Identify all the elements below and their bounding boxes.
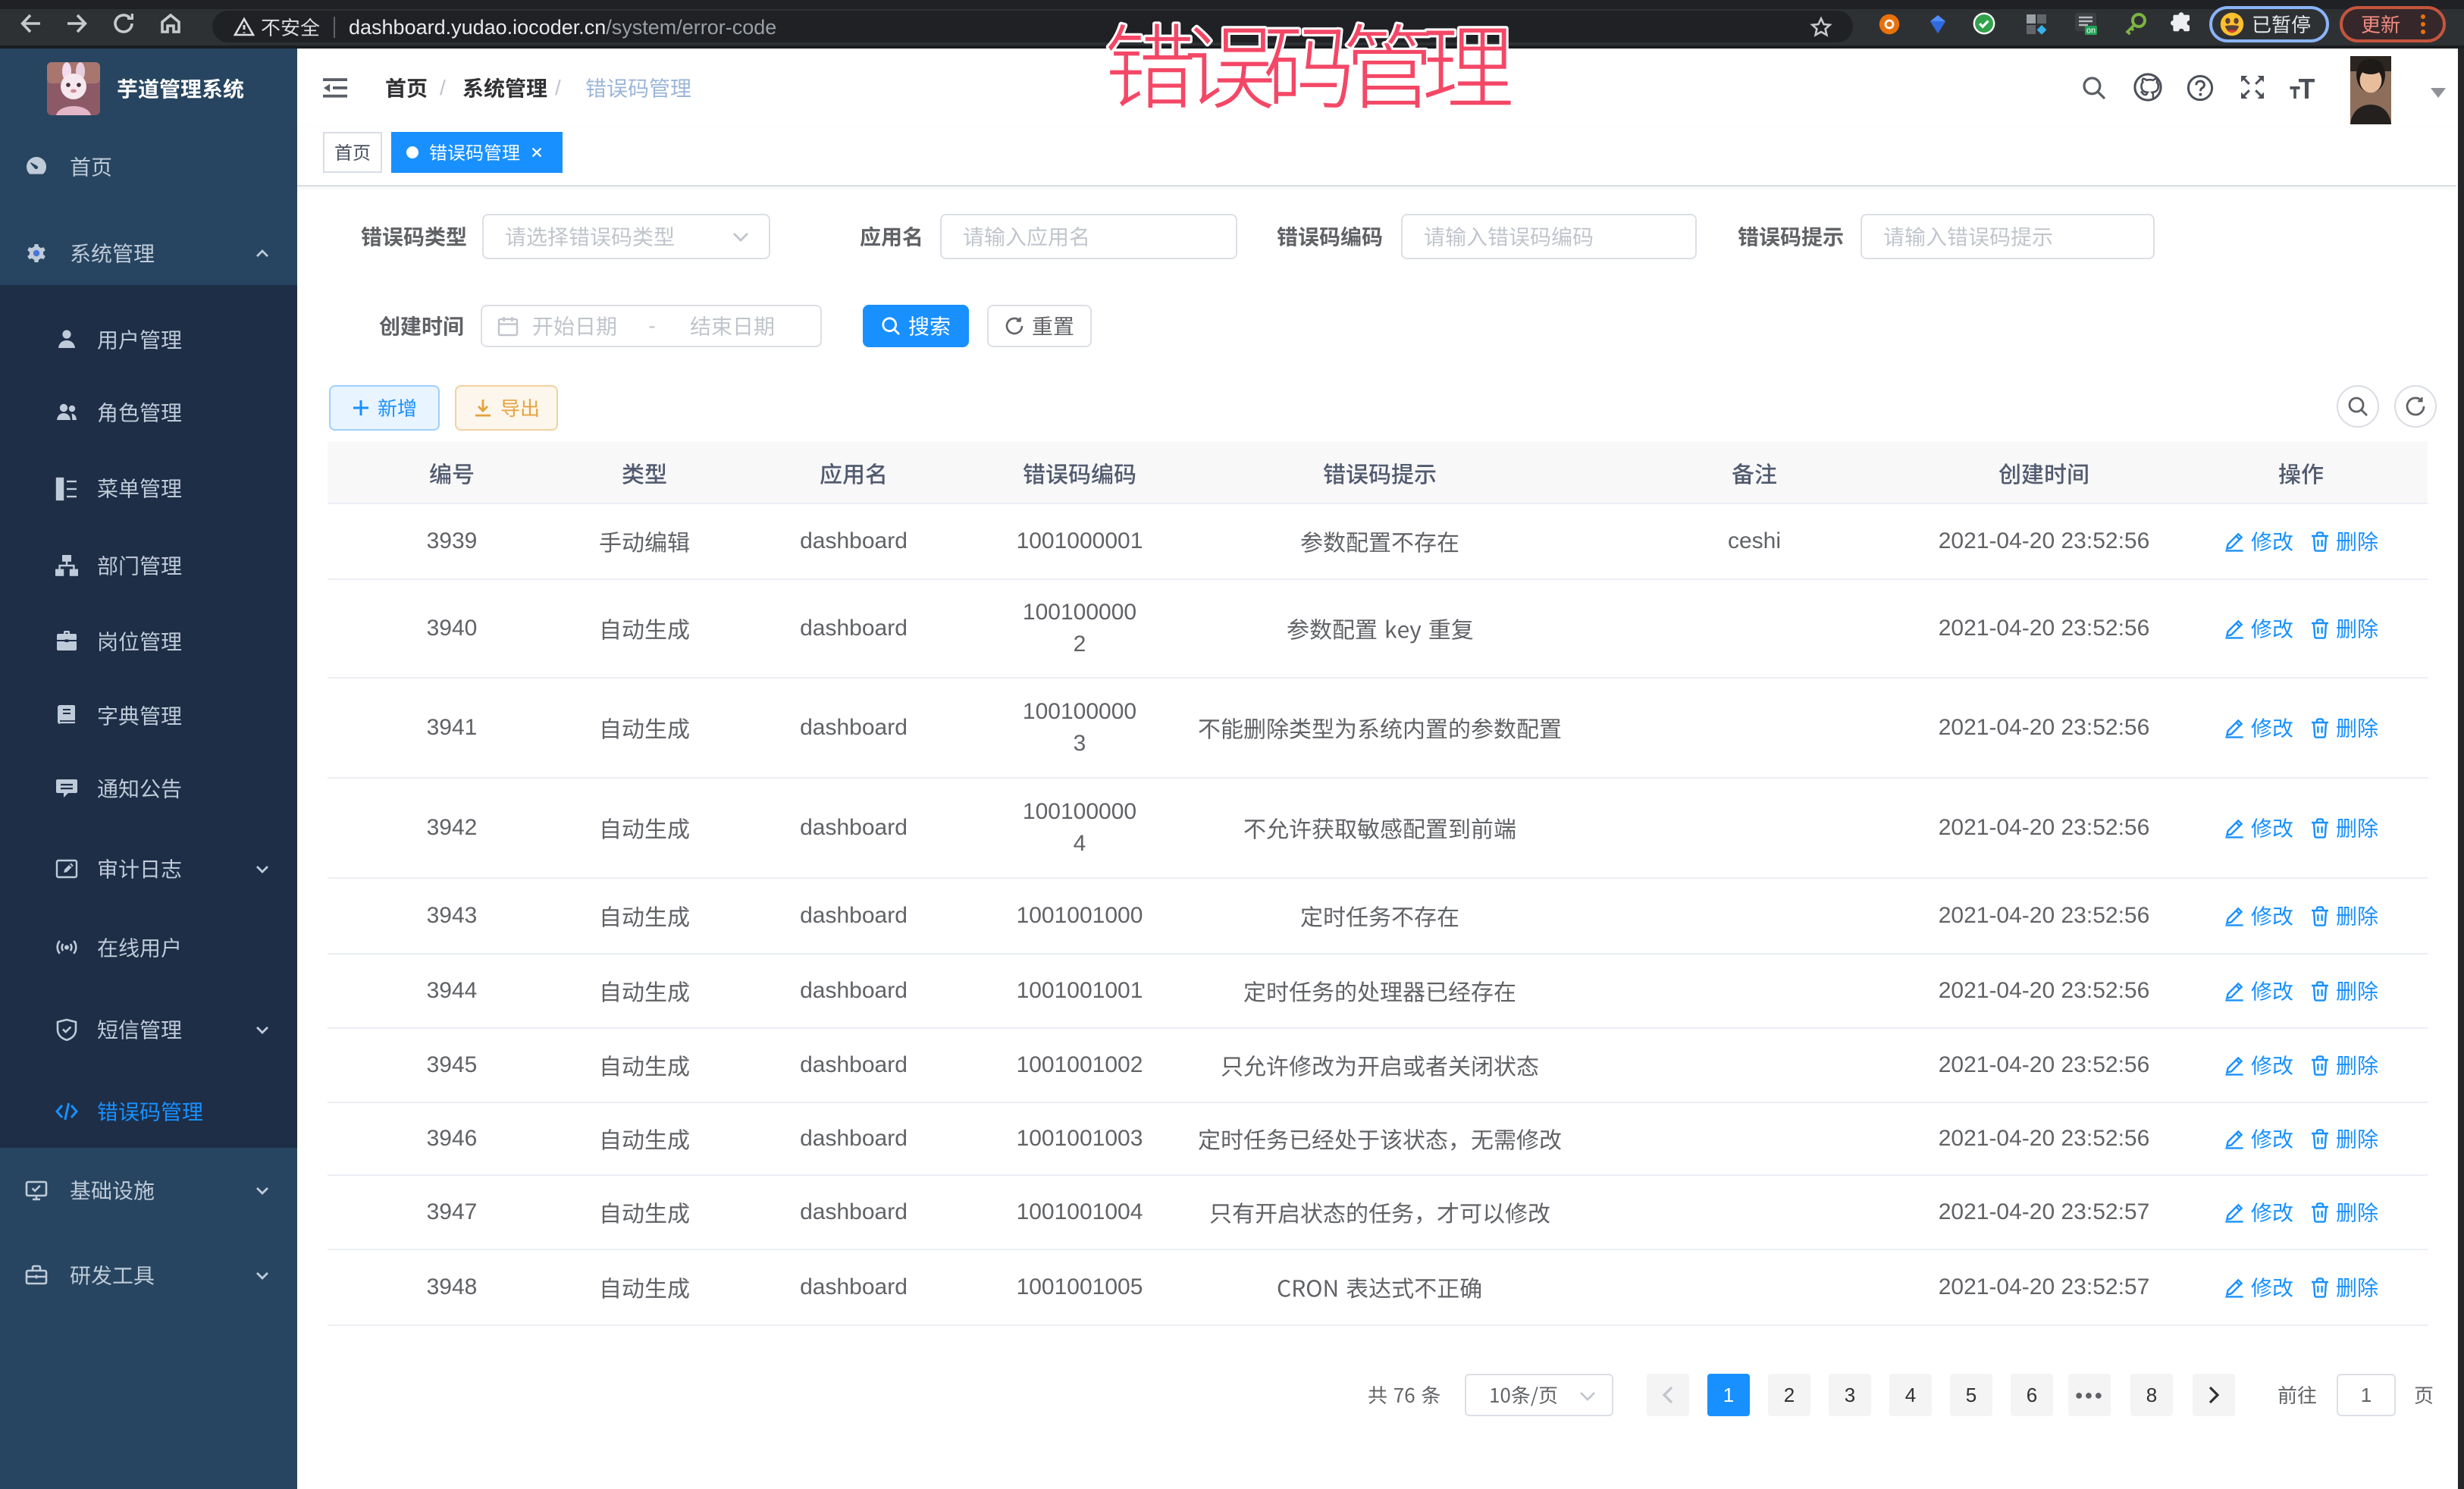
svg-text:on: on [2086, 27, 2096, 36]
